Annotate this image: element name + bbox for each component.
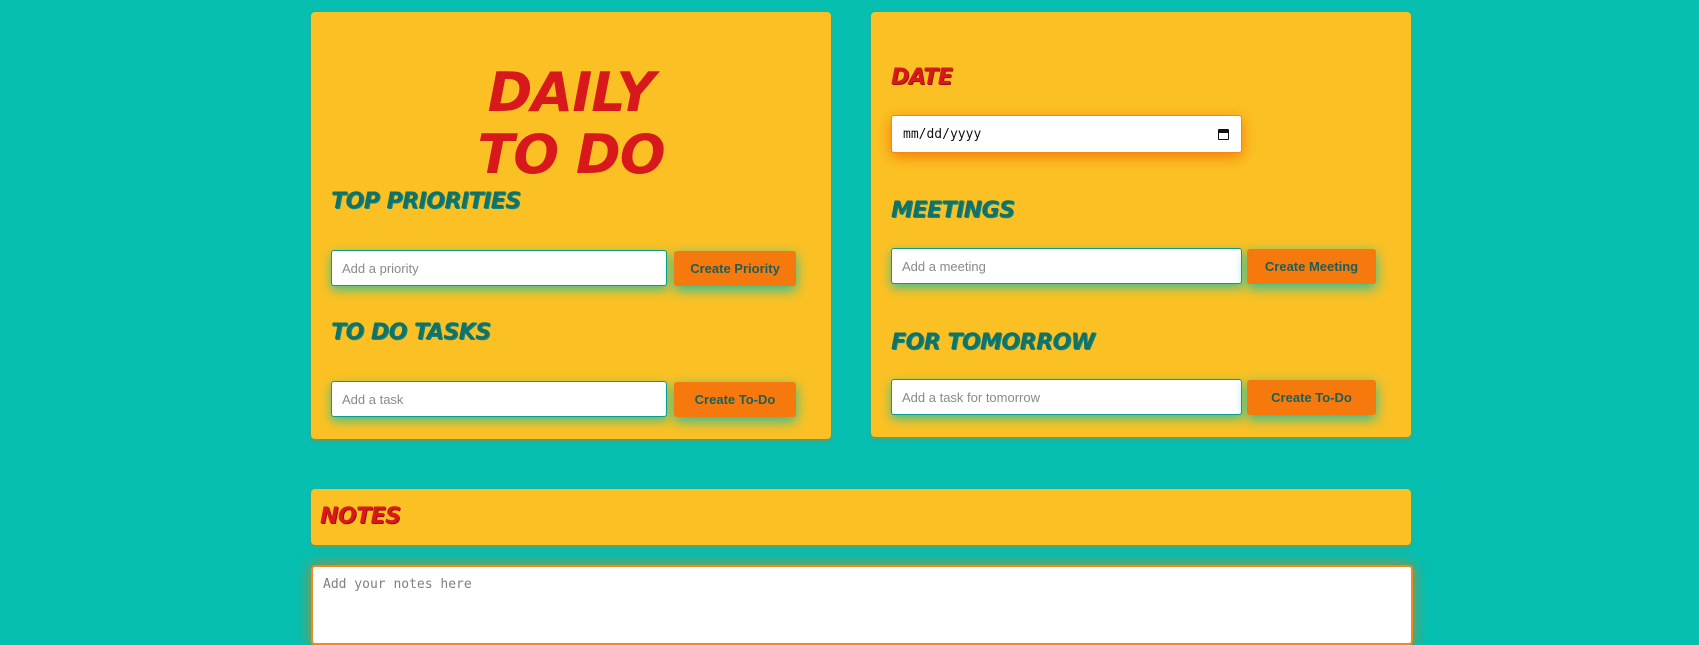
notes-textarea[interactable] [311, 565, 1413, 645]
app-title-line1: Daily [487, 61, 656, 124]
app-title: Daily To Do [311, 62, 831, 186]
meetings-heading: Meetings [891, 198, 1015, 223]
task-input[interactable] [331, 381, 667, 417]
app-title-line2: To Do [477, 123, 665, 186]
notes-panel: Notes [311, 489, 1411, 545]
right-panel: Date mm/dd/yyyy Meetings Create Meeting … [871, 12, 1411, 437]
priority-input[interactable] [331, 250, 667, 286]
left-panel: Daily To Do Top Priorities Create Priori… [311, 12, 831, 439]
notes-heading: Notes [320, 504, 401, 529]
for-tomorrow-heading: For Tomorrow [891, 330, 1095, 355]
create-todo-button[interactable]: Create To-Do [674, 382, 796, 417]
create-tomorrow-todo-button[interactable]: Create To-Do [1247, 380, 1376, 415]
todo-tasks-heading: To Do Tasks [331, 320, 491, 345]
date-heading: Date [891, 65, 953, 90]
calendar-icon[interactable] [1218, 128, 1229, 140]
date-input[interactable]: mm/dd/yyyy [891, 115, 1242, 153]
meeting-input[interactable] [891, 248, 1242, 284]
top-priorities-heading: Top Priorities [331, 189, 521, 214]
create-meeting-button[interactable]: Create Meeting [1247, 249, 1376, 284]
create-priority-button[interactable]: Create Priority [674, 251, 796, 286]
date-input-value: mm/dd/yyyy [903, 126, 982, 142]
tomorrow-task-input[interactable] [891, 379, 1242, 415]
